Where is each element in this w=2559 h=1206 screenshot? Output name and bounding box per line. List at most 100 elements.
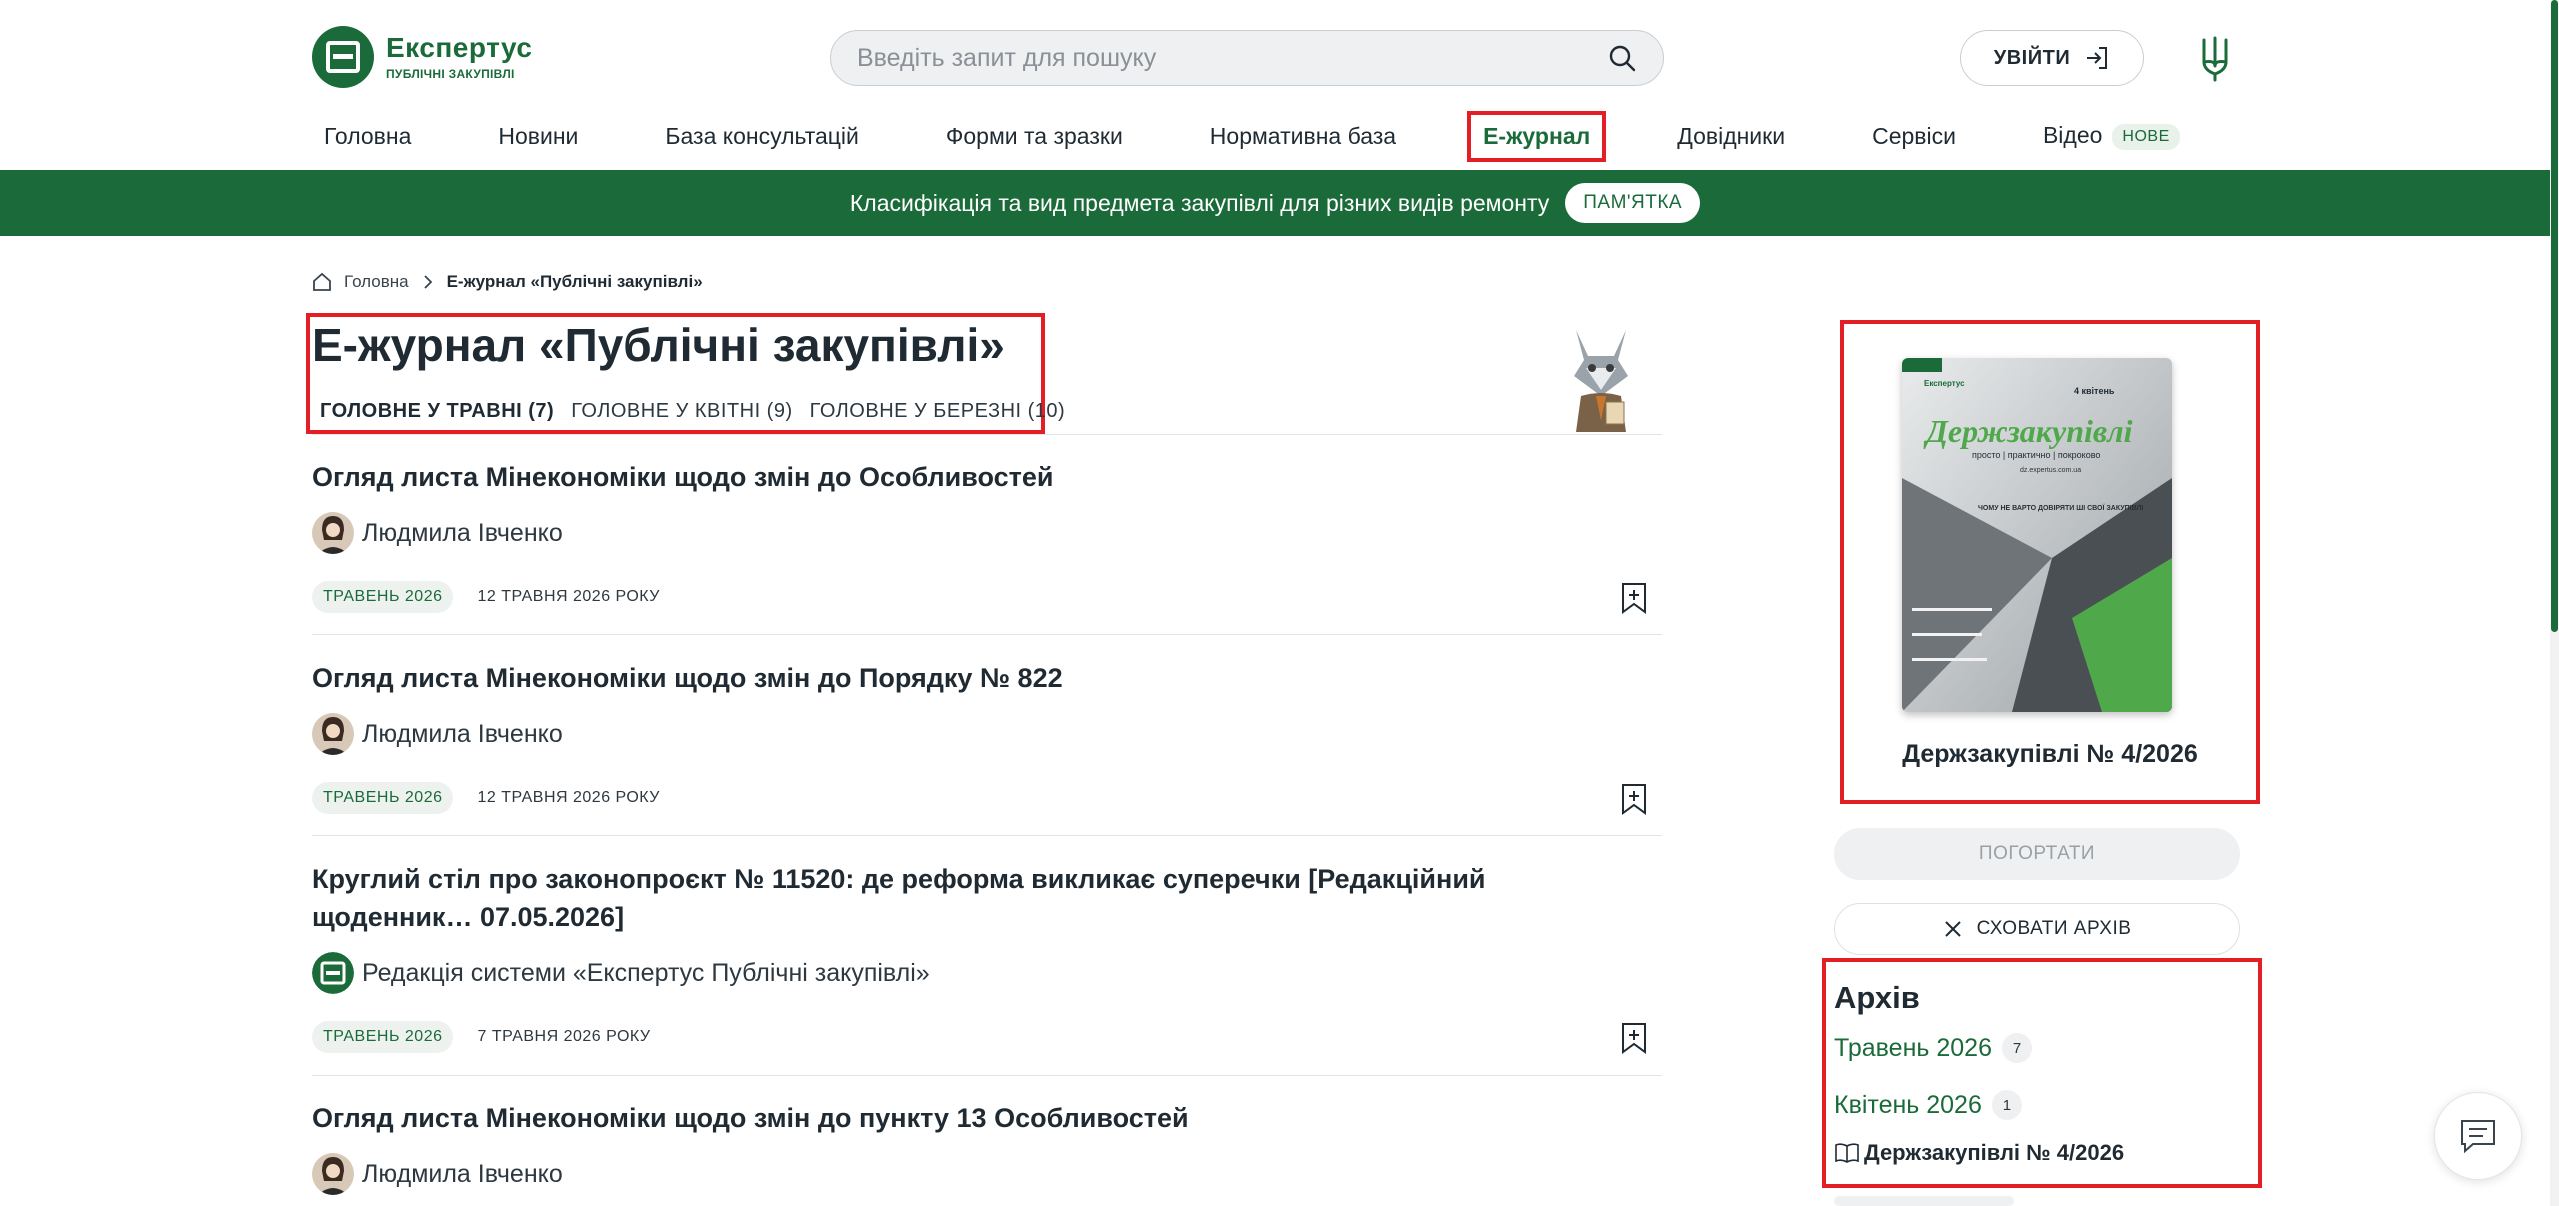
- article-title[interactable]: Огляд листа Мінекономіки щодо змін до пу…: [312, 1099, 1662, 1137]
- page-scrollbar[interactable]: [2550, 0, 2559, 1206]
- promo-banner: Класифікація та вид предмета закупівлі д…: [0, 170, 2550, 236]
- cover-site: dz.expertus.com.ua: [2020, 467, 2081, 474]
- article-item: Огляд листа Мінекономіки щодо змін до По…: [312, 659, 1662, 836]
- banner-text[interactable]: Класифікація та вид предмета закупівлі д…: [850, 190, 1549, 217]
- article-title[interactable]: Огляд листа Мінекономіки щодо змін до Ос…: [312, 458, 1662, 496]
- article-item: Огляд листа Мінекономіки щодо змін до Ос…: [312, 458, 1662, 635]
- article-title[interactable]: Круглий стіл про законопроєкт № 11520: д…: [312, 860, 1642, 936]
- trident-icon: [2202, 36, 2228, 82]
- archive-count: 7: [2001, 1033, 2032, 1063]
- author-name: Людмила Івченко: [362, 1159, 563, 1188]
- archive-issue-label: Держзакупівлі № 4/2026: [1864, 1140, 2125, 1165]
- home-icon[interactable]: [312, 272, 332, 292]
- author-name: Людмила Івченко: [362, 719, 563, 748]
- nav-item-services[interactable]: Сервіси: [1860, 115, 1968, 158]
- list-divider: [312, 634, 1662, 635]
- site-logo[interactable]: Експертус ПУБЛІЧНІ ЗАКУПІВЛІ: [312, 26, 532, 88]
- search-input[interactable]: [857, 43, 1607, 73]
- article-author[interactable]: Людмила Івченко: [312, 1153, 1662, 1195]
- logo-name: Експертус: [386, 32, 533, 63]
- logo-subtitle: ПУБЛІЧНІ ЗАКУПІВЛІ: [386, 67, 515, 81]
- archive-title: Архів: [1834, 980, 1920, 1015]
- hide-archive-button[interactable]: СХОВАТИ АРХІВ: [1834, 903, 2240, 955]
- logo-icon: [312, 26, 374, 88]
- issue-tag[interactable]: ТРАВЕНЬ 2026: [312, 581, 454, 613]
- list-divider: [312, 835, 1662, 836]
- nav-item-video-label: Відео: [2042, 122, 2103, 149]
- chat-icon: [2461, 1120, 2495, 1154]
- article-author[interactable]: Людмила Івченко: [312, 713, 1662, 755]
- login-button[interactable]: УВІЙТИ: [1960, 30, 2144, 86]
- archive-count: 1: [1991, 1090, 2022, 1120]
- flip-through-button[interactable]: ПОГОРТАТИ: [1834, 828, 2240, 880]
- article-meta: ТРАВЕНЬ 2026 12 ТРАВНЯ 2026 РОКУ: [312, 781, 1662, 815]
- scrollbar-thumb[interactable]: [2551, 0, 2558, 632]
- article-date: 12 ТРАВНЯ 2026 РОКУ: [477, 588, 660, 605]
- search-icon[interactable]: [1607, 43, 1637, 73]
- author-name: Редакція системи «Експертус Публічні зак…: [362, 958, 930, 987]
- author-avatar: [312, 1153, 354, 1195]
- bookmark-add-icon[interactable]: [1620, 783, 1648, 815]
- nav-item-e-journal[interactable]: Е-журнал: [1467, 110, 1607, 162]
- tab-april[interactable]: ГОЛОВНЕ У КВІТНІ (9): [571, 400, 792, 423]
- author-name: Людмила Івченко: [362, 518, 563, 547]
- nav-item-video[interactable]: Відео НОВЕ: [2031, 114, 2192, 158]
- cover-title: Держзакупівлі: [1923, 413, 2133, 449]
- breadcrumb-current: Е-журнал «Публічні закупівлі»: [446, 272, 703, 291]
- breadcrumb: Головна Е-журнал «Публічні закупівлі»: [312, 272, 703, 292]
- editorial-avatar: [312, 952, 354, 994]
- archive-item[interactable]: Квітень 2026 1: [1834, 1090, 2022, 1120]
- breadcrumb-home[interactable]: Головна: [344, 272, 409, 292]
- login-label: УВІЙТИ: [1993, 46, 2071, 69]
- site-header: Експертус ПУБЛІЧНІ ЗАКУПІВЛІ УВІЙТИ Голо…: [0, 0, 2559, 170]
- new-badge: НОВЕ: [2112, 123, 2180, 150]
- article-item: Круглий стіл про законопроєкт № 11520: д…: [312, 860, 1662, 1076]
- archive-item-partial: [1834, 1196, 2014, 1206]
- wolf-mascot-icon: [1574, 330, 1628, 432]
- article-title[interactable]: Огляд листа Мінекономіки щодо змін до По…: [312, 659, 1662, 697]
- cover-caption[interactable]: Держзакупівлі № 4/2026: [1840, 740, 2260, 769]
- bookmark-add-icon[interactable]: [1620, 1022, 1648, 1054]
- cover-issue-label: 4 квітень: [2074, 386, 2115, 396]
- main-navigation: Головна Новини База консультацій Форми т…: [312, 108, 2255, 164]
- author-avatar: [312, 713, 354, 755]
- chevron-right-icon: [423, 275, 432, 289]
- login-icon: [2087, 47, 2108, 69]
- issue-tag[interactable]: ТРАВЕНЬ 2026: [312, 1021, 454, 1053]
- nav-item-news[interactable]: Новини: [486, 115, 590, 158]
- article-item: Огляд листа Мінекономіки щодо змін до пу…: [312, 1099, 1662, 1195]
- hide-archive-label: СХОВАТИ АРХІВ: [1976, 918, 2132, 939]
- month-tabs: ГОЛОВНЕ У ТРАВНІ (7) ГОЛОВНЕ У КВІТНІ (9…: [320, 400, 1065, 423]
- nav-item-regulatory[interactable]: Нормативна база: [1198, 115, 1408, 158]
- article-author[interactable]: Людмила Івченко: [312, 512, 1662, 554]
- issue-tag[interactable]: ТРАВЕНЬ 2026: [312, 782, 454, 814]
- search-bar: [830, 30, 1664, 86]
- article-meta: ТРАВЕНЬ 2026 12 ТРАВНЯ 2026 РОКУ: [312, 580, 1662, 614]
- nav-item-forms[interactable]: Форми та зразки: [934, 115, 1135, 158]
- article-date: 7 ТРАВНЯ 2026 РОКУ: [477, 1028, 651, 1045]
- tab-march[interactable]: ГОЛОВНЕ У БЕРЕЗНІ (10): [810, 400, 1066, 423]
- cover-brand: Експертус: [1924, 379, 1965, 388]
- archive-issue-link[interactable]: Держзакупівлі № 4/2026: [1834, 1140, 2124, 1166]
- bookmark-add-icon[interactable]: [1620, 582, 1648, 614]
- journal-cover[interactable]: Експертус 4 квітень Держзакупівлі просто…: [1902, 358, 2172, 712]
- archive-link[interactable]: Квітень 2026: [1834, 1091, 1982, 1120]
- nav-item-consultations[interactable]: База консультацій: [653, 115, 870, 158]
- banner-button[interactable]: ПАМ'ЯТКА: [1565, 183, 1701, 223]
- nav-item-references[interactable]: Довідники: [1665, 115, 1797, 158]
- list-divider: [312, 434, 1662, 435]
- page-title: Е-журнал «Публічні закупівлі»: [312, 319, 1005, 371]
- list-divider: [312, 1075, 1662, 1076]
- nav-item-home[interactable]: Головна: [312, 115, 423, 158]
- tab-may[interactable]: ГОЛОВНЕ У ТРАВНІ (7): [320, 400, 554, 423]
- cover-tagline: просто | практично | покроково: [1972, 450, 2100, 460]
- archive-link[interactable]: Травень 2026: [1834, 1034, 1992, 1063]
- article-meta: ТРАВЕНЬ 2026 7 ТРАВНЯ 2026 РОКУ: [312, 1020, 1662, 1054]
- article-author[interactable]: Редакція системи «Експертус Публічні зак…: [312, 952, 1662, 994]
- archive-item[interactable]: Травень 2026 7: [1834, 1033, 2032, 1063]
- chat-button[interactable]: [2434, 1092, 2522, 1180]
- article-date: 12 ТРАВНЯ 2026 РОКУ: [477, 789, 660, 806]
- open-book-icon: [1835, 1143, 1859, 1163]
- close-icon: [1944, 921, 1961, 937]
- cover-headline: ЧОМУ НЕ ВАРТО ДОВІРЯТИ ШІ СВОЇ ЗАКУПІВЛІ: [1978, 504, 2143, 512]
